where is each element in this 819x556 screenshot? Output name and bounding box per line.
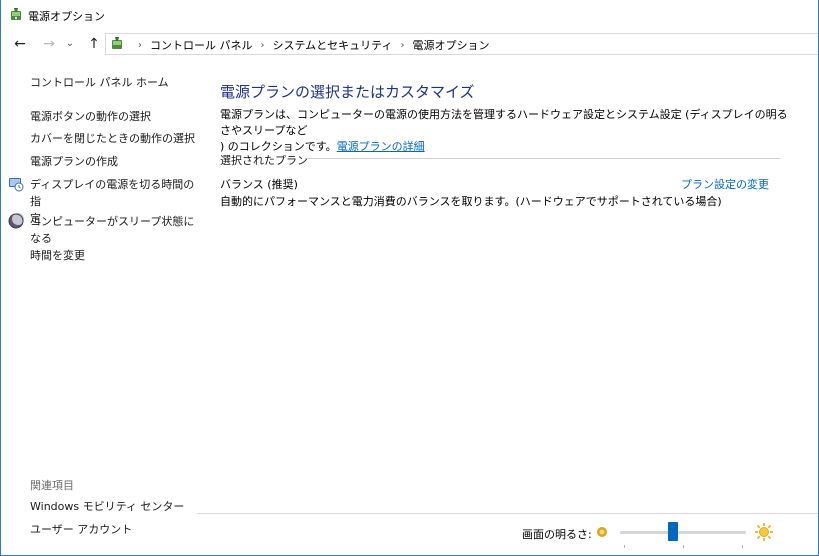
back-arrow-icon[interactable]: ←: [10, 34, 30, 54]
navigation-bar: ← → ⌄ ↑ › コントロール パネル › システムとセキュリティ › 電源オ…: [1, 31, 818, 57]
breadcrumb-separator-icon[interactable]: ›: [261, 40, 265, 51]
turn-off-display-time-link-line1: ディスプレイの電源を切る時間の指: [30, 178, 195, 208]
forward-arrow-icon[interactable]: →: [39, 34, 59, 54]
change-sleep-time-link[interactable]: コンピューターがスリープ状態になる 時間を変更: [30, 213, 197, 264]
breadcrumb-separator-icon[interactable]: ›: [138, 40, 142, 51]
slider-tick: [742, 545, 743, 548]
moon-icon: [8, 213, 24, 229]
page-description: 電源プランは、コンピューターの電源の使用方法を管理するハードウェア設定とシステム…: [220, 107, 790, 155]
power-options-location-icon: [112, 37, 122, 49]
plan-description: 自動的にパフォーマンスと電力消費のバランスを取ります。(ハードウェアでサポートさ…: [220, 195, 722, 208]
change-plan-settings-link[interactable]: プラン設定の変更: [681, 176, 769, 192]
power-options-window: 電源オプション ← → ⌄ ↑ › コントロール パネル › システムとセキュリ…: [0, 0, 819, 556]
slider-tick: [624, 545, 625, 548]
control-panel-home-link[interactable]: コントロール パネル ホーム: [30, 74, 169, 91]
breadcrumb-power-options[interactable]: 電源オプション: [413, 37, 490, 53]
slider-tick: [683, 545, 684, 548]
page-description-line1: 電源プランは、コンピューターの電源の使用方法を管理するハードウェア設定とシステム…: [220, 108, 788, 137]
up-arrow-icon[interactable]: ↑: [84, 34, 104, 54]
plan-name: バランス (推奨): [220, 178, 298, 191]
bright-sun-icon: [755, 523, 773, 541]
power-plan-details-link[interactable]: 電源プランの詳細: [337, 140, 425, 153]
breadcrumb-separator-icon[interactable]: ›: [401, 40, 405, 51]
display-clock-icon: [9, 178, 24, 192]
power-options-app-icon: [11, 8, 21, 20]
selected-plan-section-title: 選択されたプラン: [220, 154, 308, 167]
address-bar[interactable]: › コントロール パネル › システムとセキュリティ › 電源オプション: [105, 33, 818, 55]
title-bar: 電源オプション: [1, 0, 818, 29]
brightness-label: 画面の明るさ:: [522, 528, 592, 541]
section-divider: [305, 158, 780, 159]
dim-brightness-icon: [597, 527, 607, 537]
recent-locations-dropdown-icon[interactable]: ⌄: [63, 34, 77, 54]
change-sleep-time-link-line2: 時間を変更: [30, 249, 85, 262]
window-title: 電源オプション: [28, 10, 105, 23]
breadcrumb: › コントロール パネル › システムとセキュリティ › 電源オプション: [130, 37, 490, 53]
windows-mobility-center-link[interactable]: Windows モビリティ センター: [30, 498, 184, 515]
change-sleep-time-link-line1: コンピューターがスリープ状態になる: [30, 215, 195, 245]
brightness-slider-thumb[interactable]: [667, 522, 678, 541]
user-accounts-link[interactable]: ユーザー アカウント: [30, 521, 132, 538]
brightness-slider-track[interactable]: [620, 531, 746, 534]
choose-lid-close-action-link[interactable]: カバーを閉じたときの動作の選択: [30, 130, 195, 147]
task-pane: コントロール パネル ホーム 電源ボタンの動作の選択 カバーを閉じたときの動作の…: [1, 60, 197, 554]
related-items-title: 関連項目: [30, 479, 74, 492]
main-content: 電源プランの選択またはカスタマイズ 電源プランは、コンピューターの電源の使用方法…: [197, 60, 818, 513]
create-power-plan-link[interactable]: 電源プランの作成: [30, 153, 118, 170]
brightness-bar: 画面の明るさ:: [197, 513, 818, 555]
page-title: 電源プランの選択またはカスタマイズ: [220, 83, 475, 101]
choose-power-button-action-link[interactable]: 電源ボタンの動作の選択: [30, 108, 151, 125]
breadcrumb-control-panel[interactable]: コントロール パネル: [150, 37, 253, 53]
breadcrumb-system-security[interactable]: システムとセキュリティ: [273, 37, 393, 53]
